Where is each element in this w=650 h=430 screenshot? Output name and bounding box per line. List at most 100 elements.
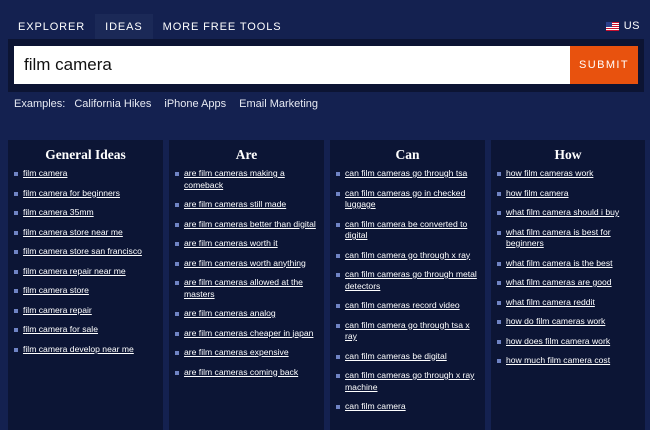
bullet-icon — [497, 261, 501, 266]
column-heading: Can — [395, 147, 420, 162]
idea-list: are film cameras making a comeback are f… — [169, 168, 324, 378]
tab-ideas[interactable]: IDEAS — [95, 14, 153, 40]
idea-link[interactable]: are film cameras analog — [184, 308, 276, 320]
list-item: film camera repair — [14, 305, 159, 317]
idea-link[interactable]: are film cameras still made — [184, 199, 286, 211]
idea-link[interactable]: can film cameras go through x ray machin… — [345, 370, 481, 393]
bullet-icon — [175, 261, 179, 266]
list-item: can film cameras go through metal detect… — [336, 269, 481, 292]
list-item: how does film camera work — [497, 336, 641, 348]
idea-link[interactable]: film camera for beginners — [23, 188, 120, 200]
idea-link[interactable]: how film camera — [506, 188, 569, 200]
bullet-icon — [497, 300, 501, 305]
example-email-marketing[interactable]: Email Marketing — [239, 98, 318, 110]
idea-link[interactable]: film camera store san francisco — [23, 246, 142, 258]
bullet-icon — [497, 191, 501, 196]
idea-link[interactable]: film camera 35mm — [23, 207, 94, 219]
list-item: are film cameras worth it — [175, 238, 320, 250]
idea-link[interactable]: film camera develop near me — [23, 344, 134, 356]
idea-link[interactable]: what film camera is the best — [506, 258, 613, 270]
idea-link[interactable]: how film cameras work — [506, 168, 593, 180]
list-item: film camera store near me — [14, 227, 159, 239]
idea-link[interactable]: can film cameras be digital — [345, 351, 447, 363]
bullet-icon — [336, 354, 340, 359]
submit-button[interactable]: SUBMIT — [570, 46, 638, 84]
list-item: what film cameras are good — [497, 277, 641, 289]
idea-link[interactable]: what film camera should i buy — [506, 207, 619, 219]
idea-link[interactable]: are film cameras making a comeback — [184, 168, 320, 191]
bullet-icon — [175, 331, 179, 336]
idea-link[interactable]: can film cameras go through metal detect… — [345, 269, 481, 292]
idea-link[interactable]: how do film cameras work — [506, 316, 605, 328]
idea-link[interactable]: what film cameras are good — [506, 277, 612, 289]
idea-link[interactable]: can film cameras record video — [345, 300, 460, 312]
idea-link[interactable]: can film camera go through x ray — [345, 250, 470, 262]
bullet-icon — [14, 347, 18, 352]
column-general-ideas: General Ideas film camera film camera fo… — [8, 140, 163, 430]
list-item: film camera store san francisco — [14, 246, 159, 258]
idea-link[interactable]: are film cameras allowed at the masters — [184, 277, 320, 300]
idea-link[interactable]: can film camera go through tsa x ray — [345, 320, 481, 343]
idea-link[interactable]: film camera for sale — [23, 324, 98, 336]
locale-selector[interactable]: US — [605, 20, 640, 32]
bullet-icon — [497, 320, 501, 324]
list-item: film camera develop near me — [14, 344, 159, 356]
idea-link[interactable]: are film cameras coming back — [184, 367, 298, 379]
idea-link[interactable]: film camera — [23, 168, 67, 180]
bullet-icon — [175, 222, 179, 227]
search-input[interactable] — [14, 46, 570, 84]
idea-link[interactable]: are film cameras cheaper in japan — [184, 328, 313, 340]
list-item: are film cameras still made — [175, 199, 320, 211]
idea-link[interactable]: are film cameras expensive — [184, 347, 289, 359]
idea-link[interactable]: can film cameras go through tsa — [345, 168, 467, 180]
list-item: are film cameras analog — [175, 308, 320, 320]
example-california-hikes[interactable]: California Hikes — [74, 98, 151, 110]
idea-link[interactable]: film camera repair — [23, 305, 92, 317]
bullet-icon — [336, 405, 340, 409]
bullet-icon — [497, 359, 501, 363]
idea-link[interactable]: how does film camera work — [506, 336, 610, 348]
search-panel: SUBMIT — [8, 39, 644, 92]
list-item: how film camera — [497, 188, 641, 200]
bullet-icon — [175, 242, 179, 246]
list-item: can film cameras record video — [336, 300, 481, 312]
idea-link[interactable]: what film camera is best for beginners — [506, 227, 641, 250]
idea-link[interactable]: can film camera — [345, 401, 406, 413]
list-item: are film cameras cheaper in japan — [175, 328, 320, 340]
idea-link[interactable]: are film cameras worth anything — [184, 258, 306, 270]
column-are: Are are film cameras making a comeback a… — [169, 140, 324, 430]
list-item: can film cameras go through tsa — [336, 168, 481, 180]
bullet-icon — [175, 351, 179, 355]
bullet-icon — [336, 172, 340, 176]
bullet-icon — [14, 308, 18, 313]
list-item: film camera repair near me — [14, 266, 159, 278]
bullet-icon — [14, 269, 18, 274]
list-item: are film cameras worth anything — [175, 258, 320, 270]
idea-link[interactable]: film camera repair near me — [23, 266, 126, 278]
list-item: film camera for sale — [14, 324, 159, 336]
idea-link[interactable]: are film cameras worth it — [184, 238, 278, 250]
list-item: are film cameras making a comeback — [175, 168, 320, 191]
idea-link[interactable]: are film cameras better than digital — [184, 219, 316, 231]
idea-link[interactable]: can film cameras go in checked luggage — [345, 188, 481, 211]
example-iphone-apps[interactable]: iPhone Apps — [164, 98, 226, 110]
bullet-icon — [497, 172, 501, 176]
tab-explorer[interactable]: EXPLORER — [8, 14, 95, 40]
bullet-icon — [14, 250, 18, 254]
list-item: can film camera go through x ray — [336, 250, 481, 262]
idea-list: film camera film camera for beginners fi… — [8, 168, 163, 355]
list-item: film camera — [14, 168, 159, 180]
idea-link[interactable]: how much film camera cost — [506, 355, 610, 367]
bullet-icon — [336, 273, 340, 277]
idea-link[interactable]: what film camera reddit — [506, 297, 595, 309]
idea-list: can film cameras go through tsa can film… — [330, 168, 485, 413]
tab-more-free-tools[interactable]: MORE FREE TOOLS — [153, 14, 292, 40]
ideas-columns: General Ideas film camera film camera fo… — [8, 140, 645, 430]
list-item: what film camera should i buy — [497, 207, 641, 219]
list-item: film camera for beginners — [14, 188, 159, 200]
idea-link[interactable]: film camera store — [23, 285, 89, 297]
idea-link[interactable]: can film camera be converted to digital — [345, 219, 481, 242]
bullet-icon — [175, 203, 179, 207]
column-can: Can can film cameras go through tsa can … — [330, 140, 485, 430]
idea-link[interactable]: film camera store near me — [23, 227, 123, 239]
